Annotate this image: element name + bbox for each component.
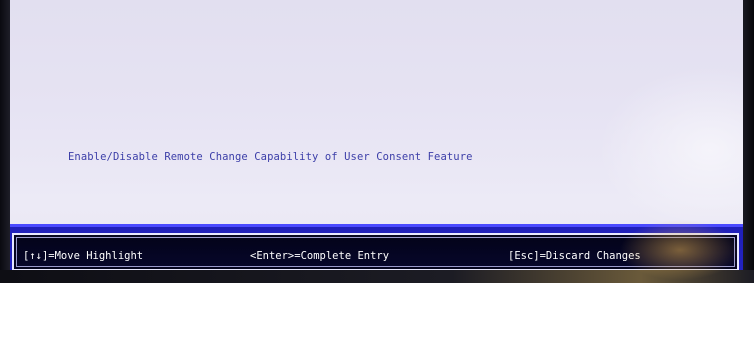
hint-move-highlight: [↑↓]=Move Highlight	[23, 250, 144, 262]
monitor-photo: Enable/Disable Remote Change Capability …	[0, 0, 754, 283]
hint-complete-entry: <Enter>=Complete Entry	[250, 250, 390, 262]
footer-divider	[10, 224, 743, 227]
key-hints-box: [↑↓]=Move Highlight <Enter>=Complete Ent…	[12, 233, 739, 270]
bios-footer-bar: [↑↓]=Move Highlight <Enter>=Complete Ent…	[10, 224, 743, 270]
hint-discard-changes: [Esc]=Discard Changes	[508, 250, 641, 262]
bios-screen: Enable/Disable Remote Change Capability …	[10, 0, 743, 270]
monitor-bezel-left	[0, 0, 10, 283]
monitor-bezel-right	[743, 0, 754, 283]
monitor-bezel-bottom	[0, 270, 754, 283]
item-help-text: Enable/Disable Remote Change Capability …	[68, 151, 473, 163]
key-hints-inner: [↑↓]=Move Highlight <Enter>=Complete Ent…	[16, 237, 735, 267]
